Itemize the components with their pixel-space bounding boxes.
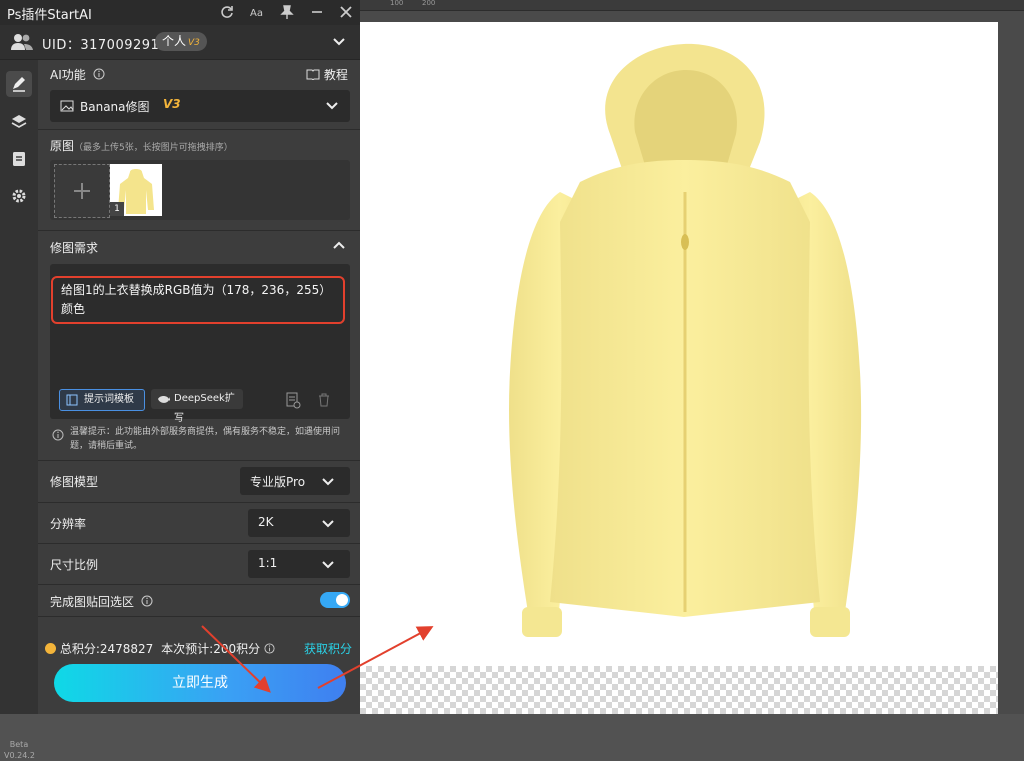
info-icon	[52, 429, 64, 441]
template-icon	[66, 394, 78, 406]
startai-plugin-panel: Ps插件StartAI Aa UID：317009291 个人 V3 Beta V	[0, 0, 360, 760]
image-index-badge: 1	[110, 202, 124, 216]
estimated-credits: 本次预计:200积分	[161, 642, 261, 656]
total-credits: 总积分:2478827	[59, 642, 154, 656]
badge-version: V3	[188, 38, 200, 48]
deepseek-expand-button[interactable]: DeepSeek扩写	[151, 389, 243, 424]
add-image-button[interactable]	[54, 164, 110, 218]
resolution-select[interactable]: 2K	[248, 509, 350, 537]
ai-function-label: AI功能	[50, 66, 105, 83]
paste-back-label: 完成图贴回选区	[50, 593, 153, 610]
prompt-highlight-box: 给图1的上衣替换成RGB值为（178，236，255）颜色	[51, 276, 345, 324]
left-tool-sidebar: Beta V0.24.2	[0, 60, 38, 760]
get-credits-link[interactable]: 获取积分	[304, 640, 352, 657]
pin-icon[interactable]	[278, 3, 296, 21]
svg-text:Aa: Aa	[250, 8, 263, 19]
minimize-icon[interactable]	[308, 3, 326, 21]
prompt-template-button[interactable]: 提示词模板	[59, 389, 145, 411]
ai-function-text: AI功能	[50, 68, 86, 82]
chevron-down-icon	[322, 561, 334, 569]
chevron-down-icon	[326, 102, 338, 110]
pen-icon	[13, 77, 25, 92]
aspect-ratio-select[interactable]: 1:1	[248, 550, 350, 578]
refresh-icon[interactable]	[218, 3, 236, 21]
info-icon[interactable]	[264, 643, 275, 654]
divider	[38, 616, 360, 617]
chevron-up-icon[interactable]	[333, 240, 345, 250]
version-label: V0.24.2	[4, 751, 35, 760]
transparent-canvas-region	[360, 666, 998, 714]
divider	[38, 543, 360, 544]
photoshop-canvas-area: 100 200	[360, 0, 1024, 714]
chevron-down-icon[interactable]	[332, 36, 346, 48]
deepseek-expand-label: DeepSeek扩写	[174, 393, 235, 424]
ai-model-version: V3	[163, 97, 181, 111]
image-icon	[60, 100, 74, 112]
edit-model-value: 专业版Pro	[250, 475, 306, 489]
settings-tool-button[interactable]	[6, 183, 32, 209]
beta-label: Beta	[9, 740, 29, 749]
divider	[38, 584, 360, 585]
tutorial-label: 教程	[323, 68, 348, 82]
yellow-hoodie-jacket-image	[509, 43, 862, 637]
original-image-label: 原图（最多上传5张，长按图片可拖拽排序）	[50, 137, 233, 154]
layers-tool-button[interactable]	[6, 109, 32, 135]
document-canvas	[360, 22, 998, 666]
prompt-text: 给图1的上衣替换成RGB值为（178，236，255）颜色	[61, 283, 332, 316]
chevron-down-icon	[322, 520, 334, 528]
ai-model-select[interactable]: Banana修图 V3	[50, 90, 350, 122]
layers-icon	[11, 115, 27, 128]
divider	[38, 502, 360, 503]
aspect-ratio-label: 尺寸比例	[50, 558, 99, 572]
account-type-badge: 个人 V3	[155, 32, 207, 51]
history-tool-button[interactable]	[6, 146, 32, 172]
user-bar[interactable]: UID：317009291 个人 V3	[0, 25, 360, 60]
aspect-ratio-value: 1:1	[258, 556, 278, 570]
top-ruler: 100 200	[360, 0, 1024, 11]
divider	[38, 129, 360, 130]
users-icon	[11, 34, 33, 50]
uid-text: UID：317009291	[42, 38, 160, 53]
paste-back-text: 完成图贴回选区	[50, 595, 135, 609]
tutorial-link[interactable]: 教程	[306, 66, 348, 83]
book-icon	[306, 69, 320, 81]
info-icon[interactable]	[93, 68, 105, 80]
coin-icon	[45, 643, 56, 654]
uploaded-image-thumbnail[interactable]: 1	[110, 164, 162, 216]
ai-model-value: Banana修图	[80, 100, 150, 114]
image-upload-panel: 1	[50, 160, 350, 220]
history-list-icon[interactable]	[285, 391, 301, 409]
edit-requirement-label: 修图需求	[50, 241, 99, 255]
close-icon[interactable]	[337, 3, 355, 21]
chevron-down-icon	[322, 478, 334, 486]
original-image-text: 原图	[50, 139, 75, 153]
edit-model-select[interactable]: 专业版Pro	[240, 467, 350, 495]
badge-label: 个人	[162, 34, 187, 48]
divider	[38, 230, 360, 231]
ruler-mark: 100	[390, 0, 404, 7]
generate-button[interactable]: 立即生成	[54, 664, 346, 702]
toggle-knob	[336, 594, 348, 606]
app-title: Ps插件StartAI	[7, 8, 92, 23]
service-notice: 温馨提示：此功能由外部服务商提供，偶有服务不稳定，如遇使用问题，请稍后重试。	[70, 427, 341, 451]
edit-tool-button[interactable]	[6, 71, 32, 97]
clipboard-icon	[13, 152, 25, 166]
whale-icon	[158, 396, 170, 403]
divider	[38, 460, 360, 461]
ruler-mark: 200	[422, 0, 436, 7]
info-icon[interactable]	[141, 595, 153, 607]
paste-back-toggle[interactable]	[320, 592, 350, 608]
resolution-label: 分辨率	[50, 517, 87, 531]
edit-model-label: 修图模型	[50, 475, 99, 489]
prompt-template-label: 提示词模板	[84, 394, 134, 405]
resolution-value: 2K	[258, 515, 274, 529]
original-image-hint: （最多上传5张，长按图片可拖拽排序）	[74, 143, 233, 153]
credits-row: 总积分:2478827 本次预计:200积分	[45, 640, 275, 657]
plus-icon	[74, 183, 90, 199]
version-info: Beta V0.24.2	[4, 739, 35, 761]
trash-icon[interactable]	[317, 392, 331, 408]
gear-icon	[12, 189, 26, 203]
title-bar: Ps插件StartAI Aa	[0, 0, 360, 25]
font-size-icon[interactable]: Aa	[248, 3, 266, 21]
